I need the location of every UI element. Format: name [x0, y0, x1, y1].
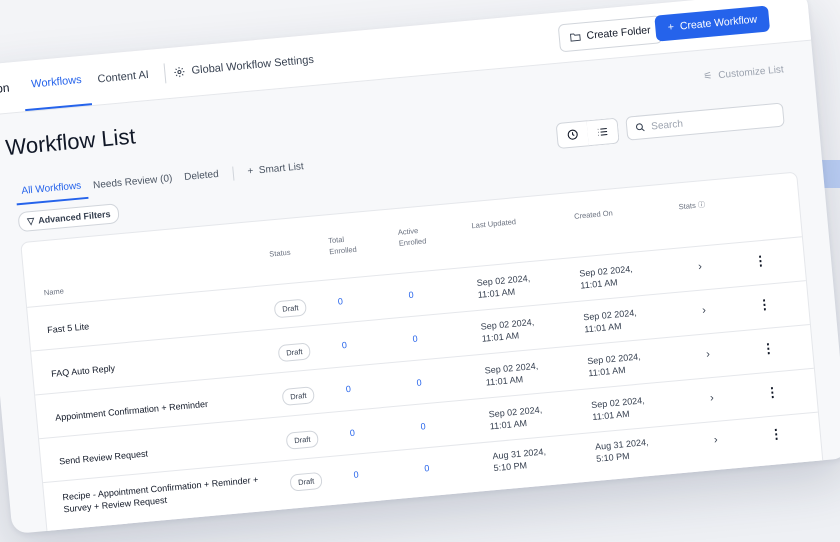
created-on: Sep 02 2024, 11:01 AM [582, 307, 638, 335]
chevron-right-icon[interactable]: › [706, 348, 711, 360]
tab-deleted[interactable]: Deleted [177, 162, 225, 189]
last-updated: Sep 02 2024, 11:01 AM [480, 316, 535, 344]
status-badge: Draft [277, 342, 312, 363]
chevron-right-icon[interactable]: › [713, 434, 718, 446]
breadcrumb: tion [0, 80, 11, 97]
create-folder-label: Create Folder [586, 24, 652, 42]
last-updated: Sep 02 2024, 11:01 AM [476, 273, 531, 300]
total-enrolled[interactable]: 0 [337, 296, 343, 306]
active-enrolled[interactable]: 0 [408, 290, 414, 300]
search-icon [635, 123, 645, 132]
workflow-name[interactable]: FAQ Auto Reply [51, 362, 116, 380]
history-view-button[interactable] [555, 120, 590, 150]
created-on: Sep 02 2024, 11:01 AM [578, 263, 634, 291]
tab-all-workflows[interactable]: All Workflows [14, 173, 89, 206]
row-menu-icon[interactable]: ⋮ [769, 426, 783, 443]
customize-icon: ⚟ [702, 70, 713, 83]
header-status: Status [268, 247, 291, 259]
created-on: Aug 31 2024, 5:10 PM [594, 437, 649, 464]
last-updated: Sep 02 2024, 11:01 AM [488, 404, 543, 432]
active-enrolled[interactable]: 0 [424, 463, 430, 473]
folder-icon [569, 33, 581, 42]
header-last-updated: Last Updated [471, 217, 517, 231]
customize-label: Customize List [717, 64, 785, 82]
header-stats: Stats ⓘ [678, 199, 706, 212]
status-badge: Draft [289, 471, 324, 492]
workflow-name[interactable]: Fast 5 Lite [47, 320, 90, 336]
tabs-divider [231, 166, 235, 181]
active-enrolled[interactable]: 0 [416, 377, 422, 387]
workflow-name[interactable]: Recipe - Appointment Confirmation + Remi… [62, 474, 260, 516]
status-badge: Draft [285, 429, 320, 450]
last-updated: Aug 31 2024, 5:10 PM [492, 446, 547, 474]
status-badge: Draft [281, 386, 316, 407]
tab-needs-review[interactable]: Needs Review (0) [86, 167, 179, 198]
list-icon [597, 128, 608, 136]
row-menu-icon[interactable]: ⋮ [757, 296, 771, 313]
row-menu-icon[interactable]: ⋮ [761, 340, 775, 357]
status-badge: Draft [273, 298, 308, 319]
advanced-filters-label: Advanced Filters [37, 208, 111, 226]
nav-divider [163, 63, 167, 84]
smart-list-label: Smart List [258, 161, 305, 177]
list-tabs: All Workflows Needs Review (0) Deleted +… [14, 154, 311, 206]
create-workflow-label: Create Workflow [679, 13, 758, 33]
search-placeholder: Search [650, 118, 684, 132]
header-total-enrolled: Total Enrolled [327, 234, 358, 257]
chevron-right-icon[interactable]: › [698, 261, 703, 273]
header-name: Name [43, 286, 65, 298]
active-enrolled[interactable]: 0 [412, 334, 418, 344]
create-folder-button[interactable]: Create Folder [557, 15, 663, 53]
list-view-button[interactable] [586, 117, 620, 147]
total-enrolled[interactable]: 0 [349, 428, 355, 438]
gear-icon [174, 66, 185, 78]
smart-list-button[interactable]: + Smart List [240, 155, 310, 184]
customize-list-button[interactable]: ⚟ Customize List [703, 64, 784, 82]
header-created-on: Created On [573, 208, 614, 221]
search-input[interactable]: Search [625, 102, 785, 141]
total-enrolled[interactable]: 0 [345, 384, 351, 394]
filter-icon: ▽ [26, 215, 35, 226]
workflow-name[interactable]: Send Review Request [59, 447, 149, 467]
created-on: Sep 02 2024, 11:01 AM [590, 395, 646, 423]
chevron-right-icon[interactable]: › [702, 304, 707, 316]
active-enrolled[interactable]: 0 [420, 421, 426, 431]
workflow-table: Name Status Total Enrolled Active Enroll… [20, 171, 825, 535]
create-workflow-button[interactable]: + Create Workflow [654, 5, 771, 42]
total-enrolled[interactable]: 0 [341, 340, 347, 350]
workflow-card: tion Workflows Content AI Global Workflo… [0, 0, 840, 535]
workflow-name[interactable]: Appointment Confirmation + Reminder [55, 398, 209, 424]
nav-tabs: tion Workflows Content AI Global Workflo… [0, 35, 316, 114]
global-workflow-settings-link[interactable]: Global Workflow Settings [173, 54, 314, 79]
plus-icon: + [667, 21, 675, 34]
created-on: Sep 02 2024, 11:01 AM [586, 351, 642, 379]
clock-icon [567, 129, 578, 140]
top-nav: tion Workflows Content AI Global Workflo… [0, 0, 812, 117]
last-updated: Sep 02 2024, 11:01 AM [484, 360, 539, 388]
global-settings-label: Global Workflow Settings [191, 53, 315, 77]
row-menu-icon[interactable]: ⋮ [753, 253, 767, 270]
page-title: Workflow List [4, 123, 137, 161]
advanced-filters-button[interactable]: ▽ Advanced Filters [17, 203, 121, 233]
chevron-right-icon[interactable]: › [710, 392, 715, 404]
total-enrolled[interactable]: 0 [353, 469, 359, 479]
tab-content-ai[interactable]: Content AI [87, 49, 159, 105]
row-menu-icon[interactable]: ⋮ [765, 384, 779, 401]
header-active-enrolled: Active Enrolled [397, 226, 427, 248]
tab-workflows[interactable]: Workflows [21, 55, 92, 112]
